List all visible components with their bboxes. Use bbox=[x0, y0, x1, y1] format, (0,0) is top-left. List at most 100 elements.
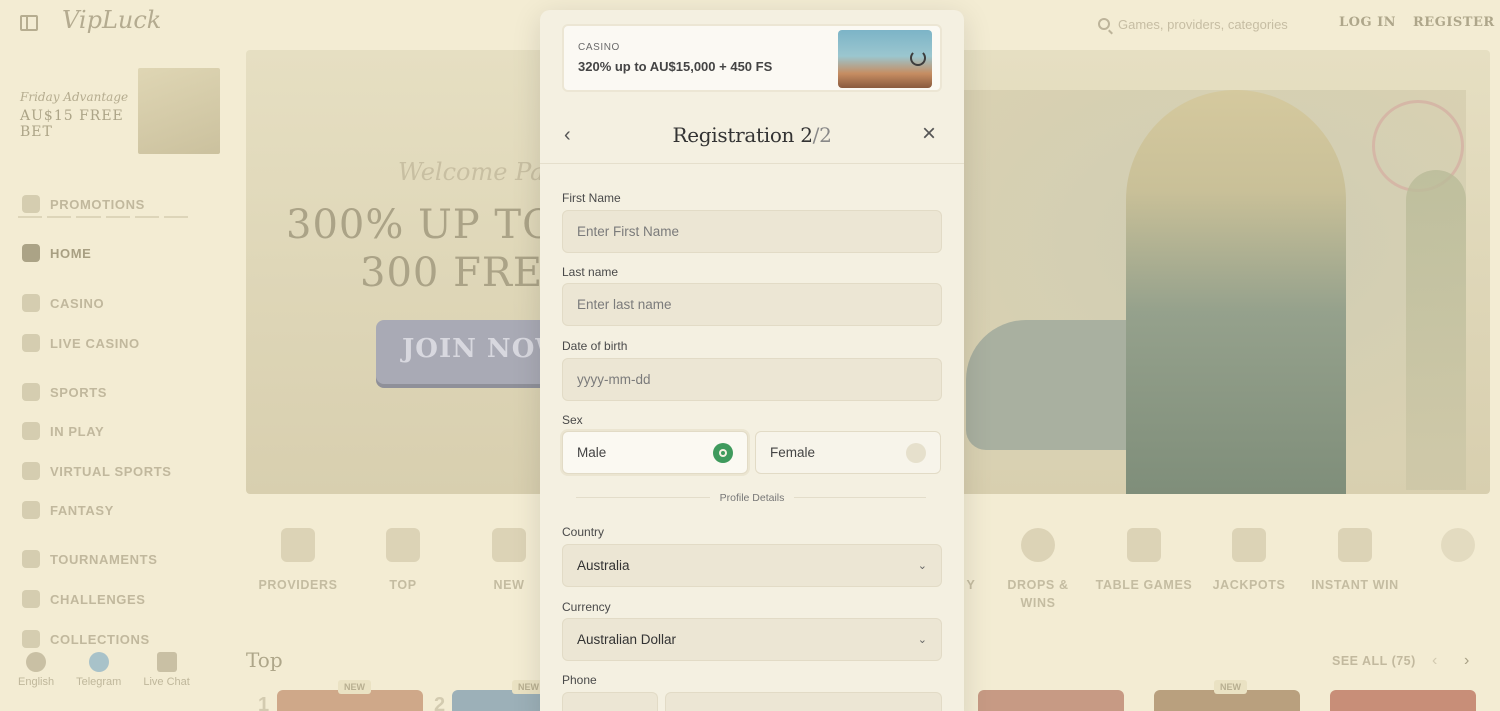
search-input[interactable] bbox=[1118, 16, 1308, 32]
category-more[interactable] bbox=[1408, 528, 1500, 562]
sex-label: Sex bbox=[562, 413, 583, 427]
fantasy-icon bbox=[22, 501, 40, 519]
sidebar-item-label: PROMOTIONS bbox=[50, 196, 145, 212]
carousel-dot[interactable] bbox=[163, 216, 189, 218]
currency-label: Currency bbox=[562, 600, 611, 614]
close-icon[interactable]: × bbox=[922, 122, 936, 146]
category-table-games[interactable]: TABLE GAMES bbox=[1094, 528, 1194, 594]
category-instant-win[interactable]: INSTANT WIN bbox=[1305, 528, 1405, 594]
bonus-offer-text: 320% up to AU$15,000 + 450 FS bbox=[578, 59, 773, 74]
radio-selected-icon[interactable] bbox=[713, 442, 733, 463]
sidebar-item-challenges[interactable]: CHALLENGES bbox=[22, 590, 146, 608]
change-bonus-icon[interactable] bbox=[910, 50, 926, 66]
sidebar-item-live-casino[interactable]: LIVE CASINO bbox=[22, 334, 140, 352]
sidebar-item-label: TOURNAMENTS bbox=[50, 551, 158, 567]
megaphone-icon bbox=[492, 528, 526, 562]
sidebar-item-fantasy[interactable]: FANTASY bbox=[22, 501, 114, 519]
providers-icon bbox=[281, 528, 315, 562]
sex-option-label: Male bbox=[577, 445, 607, 460]
category-label: INSTANT WIN bbox=[1311, 578, 1399, 592]
last-name-label: Last name bbox=[562, 265, 619, 279]
currency-select[interactable]: Australian Dollar ⌄ bbox=[562, 618, 942, 661]
sidebar-promo-card[interactable]: Friday Advantage AU$15 FREE BET bbox=[10, 68, 222, 208]
in-play-icon bbox=[22, 422, 40, 440]
site-logo[interactable]: VipLuck bbox=[62, 6, 161, 34]
sidebar-item-promotions[interactable]: PROMOTIONS bbox=[22, 195, 145, 213]
category-drops-wins[interactable]: DROPS & WINS bbox=[988, 528, 1088, 612]
phone-number-field[interactable] bbox=[665, 692, 942, 711]
sidebar: Friday Advantage AU$15 FREE BET PROMOTIO… bbox=[0, 48, 232, 711]
sex-option-female[interactable]: Female bbox=[755, 431, 941, 474]
carousel-dot[interactable] bbox=[47, 216, 72, 218]
currency-value: Australian Dollar bbox=[577, 632, 677, 647]
country-select[interactable]: Australia ⌄ bbox=[562, 544, 942, 587]
palm-tree-image bbox=[1406, 170, 1466, 490]
live-chat-link[interactable]: Live Chat bbox=[143, 652, 190, 688]
sidebar-item-virtual-sports[interactable]: VIRTUAL SPORTS bbox=[22, 462, 172, 480]
bonus-category: CASINO bbox=[578, 42, 620, 53]
jackpot-icon bbox=[1232, 528, 1266, 562]
first-name-field[interactable] bbox=[562, 210, 942, 253]
country-label: Country bbox=[562, 525, 605, 539]
game-card[interactable] bbox=[978, 690, 1124, 711]
carousel-next-icon[interactable]: › bbox=[1464, 652, 1469, 670]
dob-field[interactable] bbox=[562, 358, 942, 401]
carousel-dot[interactable] bbox=[134, 216, 159, 218]
sidebar-item-label: CASINO bbox=[50, 295, 105, 311]
carousel-dot[interactable] bbox=[76, 216, 101, 218]
register-button[interactable]: REGISTER bbox=[1413, 15, 1495, 30]
dob-label: Date of birth bbox=[562, 339, 628, 353]
virtual-sports-icon bbox=[22, 462, 40, 480]
sidebar-item-casino[interactable]: CASINO bbox=[22, 294, 104, 312]
collections-icon bbox=[22, 630, 40, 648]
sidebar-item-label: COLLECTIONS bbox=[50, 631, 150, 647]
divider-text: Profile Details bbox=[709, 492, 795, 504]
carousel-dot[interactable] bbox=[18, 216, 43, 218]
category-jackpots[interactable]: JACKPOTS bbox=[1199, 528, 1299, 594]
promo-text: Friday Advantage AU$15 FREE BET bbox=[20, 90, 134, 180]
crown-icon bbox=[386, 528, 420, 562]
login-button[interactable]: LOG IN bbox=[1339, 15, 1396, 30]
sidebar-toggle-icon[interactable] bbox=[20, 15, 38, 31]
phone-country-code-select[interactable] bbox=[562, 692, 658, 711]
category-label: NEW bbox=[493, 578, 525, 592]
casino-icon bbox=[22, 294, 40, 312]
promo-image bbox=[138, 68, 220, 154]
telegram-link[interactable]: Telegram bbox=[76, 652, 121, 688]
sidebar-item-home[interactable]: HOME bbox=[22, 244, 91, 262]
new-badge: NEW bbox=[338, 680, 371, 694]
drops-wins-icon bbox=[1021, 528, 1055, 562]
modal-title-text: Registration 2 bbox=[672, 123, 813, 147]
last-name-field[interactable] bbox=[562, 283, 942, 326]
sidebar-item-in-play[interactable]: IN PLAY bbox=[22, 422, 104, 440]
sidebar-item-label: FANTASY bbox=[50, 502, 114, 518]
sidebar-item-sports[interactable]: SPORTS bbox=[22, 383, 107, 401]
search-bar[interactable] bbox=[1098, 14, 1318, 34]
hero-model-image bbox=[1126, 90, 1346, 494]
telegram-icon bbox=[88, 652, 109, 672]
gift-icon bbox=[22, 195, 40, 213]
footer-link-label: English bbox=[18, 676, 55, 688]
promo-carousel-dots[interactable] bbox=[18, 216, 189, 218]
category-providers[interactable]: PROVIDERS bbox=[248, 528, 348, 594]
category-label: TOP bbox=[389, 578, 417, 592]
country-value: Australia bbox=[577, 558, 630, 573]
chevron-down-icon: ⌄ bbox=[917, 560, 927, 572]
game-card[interactable] bbox=[1330, 690, 1476, 711]
language-selector[interactable]: English bbox=[18, 652, 54, 688]
sidebar-item-collections[interactable]: COLLECTIONS bbox=[22, 630, 150, 648]
sidebar-item-tournaments[interactable]: TOURNAMENTS bbox=[22, 550, 157, 568]
sex-option-male[interactable]: Male bbox=[562, 431, 748, 474]
profile-details-heading: Profile Details bbox=[540, 492, 964, 504]
sidebar-item-label: LIVE CASINO bbox=[50, 335, 140, 351]
trophy-icon bbox=[22, 550, 40, 568]
category-top[interactable]: TOP bbox=[353, 528, 453, 594]
bonus-banner[interactable]: CASINO 320% up to AU$15,000 + 450 FS bbox=[562, 24, 942, 92]
promo-amount: AU$15 FREE BET bbox=[20, 108, 124, 140]
radio-unselected-icon[interactable] bbox=[906, 442, 926, 463]
carousel-prev-icon[interactable]: ‹ bbox=[1432, 652, 1437, 670]
see-all-link[interactable]: SEE ALL (75) bbox=[1332, 654, 1416, 668]
carousel-dot[interactable] bbox=[105, 216, 130, 218]
category-label: JACKPOTS bbox=[1212, 578, 1286, 592]
dice-icon bbox=[1127, 528, 1161, 562]
